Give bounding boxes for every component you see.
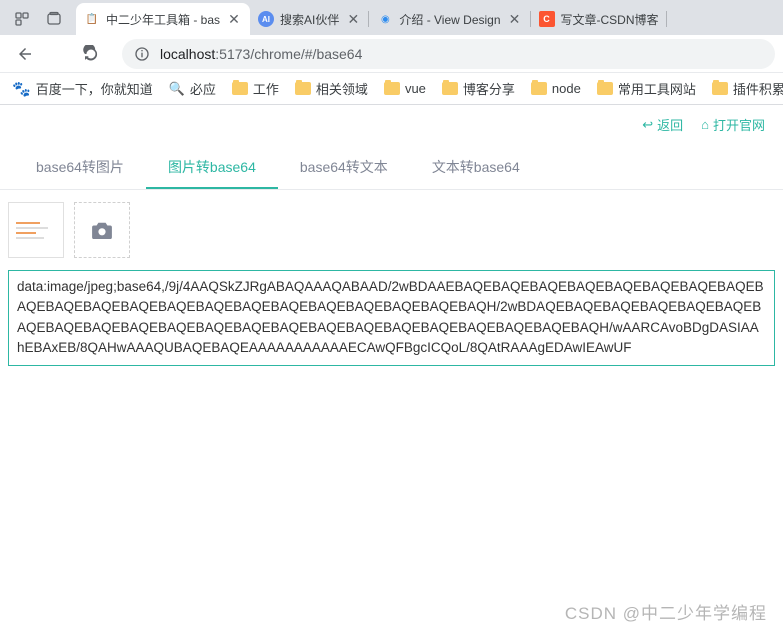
folder-icon: [232, 82, 248, 95]
bookmark-work[interactable]: 工作: [232, 79, 279, 98]
folder-icon: [384, 82, 400, 95]
tab-base64-to-text[interactable]: base64转文本: [278, 147, 410, 189]
back-label: 返回: [657, 115, 683, 134]
image-row: [0, 190, 783, 270]
tab-base64-to-image[interactable]: base64转图片: [14, 147, 146, 189]
official-label: 打开官网: [713, 115, 765, 134]
tab-overview-icon[interactable]: [38, 3, 70, 35]
close-icon[interactable]: ✕: [345, 11, 361, 27]
page-content: ↩ 返回 ⌂ 打开官网 base64转图片 图片转base64 base64转文…: [0, 105, 783, 636]
bookmark-label: 必应: [190, 79, 216, 98]
bookmark-label: 插件积累: [733, 79, 783, 98]
tab-toolbox[interactable]: 📋 中二少年工具箱 - bas ✕: [76, 3, 250, 35]
folder-icon: [712, 82, 728, 95]
tab-csdn[interactable]: C 写文章-CSDN博客: [531, 3, 667, 35]
output-wrapper: [8, 270, 775, 371]
subtab-label: base64转图片: [36, 159, 124, 175]
watermark-text: CSDN @中二少年学编程: [565, 599, 767, 624]
subtab-label: 图片转base64: [168, 159, 256, 175]
browser-tab-strip: 📋 中二少年工具箱 - bas ✕ AI 搜索AI伙伴 ✕ ◉ 介绍 - Vie…: [0, 0, 783, 35]
tab-title: 写文章-CSDN博客: [561, 11, 659, 28]
home-icon: ⌂: [701, 117, 709, 132]
subtab-label: 文本转base64: [432, 159, 520, 175]
page-top-links: ↩ 返回 ⌂ 打开官网: [642, 115, 765, 134]
bookmark-related[interactable]: 相关领域: [295, 79, 368, 98]
folder-icon: [442, 82, 458, 95]
bookmark-baidu[interactable]: 🐾 百度一下，你就知道: [12, 79, 153, 98]
view-favicon-icon: ◉: [377, 11, 393, 27]
bookmark-label: 工作: [253, 79, 279, 98]
arrow-return-icon: ↩: [642, 117, 653, 133]
bookmark-label: 常用工具网站: [618, 79, 696, 98]
url-text: localhost:5173/chrome/#/base64: [160, 46, 362, 62]
workspace-icon[interactable]: [6, 3, 38, 35]
bookmark-label: 博客分享: [463, 79, 515, 98]
baidu-icon: 🐾: [12, 80, 31, 98]
camera-icon: [91, 221, 113, 239]
folder-icon: [295, 82, 311, 95]
bookmark-plugins[interactable]: 插件积累: [712, 79, 783, 98]
bookmark-label: 相关领域: [316, 79, 368, 98]
close-icon[interactable]: ✕: [507, 11, 523, 27]
bookmarks-bar: 🐾 百度一下，你就知道 🔍 必应 工作 相关领域 vue 博客分享 node 常…: [0, 73, 783, 105]
bookmark-label: vue: [405, 81, 426, 96]
tab-title: 中二少年工具箱 - bas: [106, 11, 220, 28]
bookmark-label: 百度一下，你就知道: [36, 79, 153, 98]
folder-icon: [531, 82, 547, 95]
subtab-label: base64转文本: [300, 159, 388, 175]
upload-button[interactable]: [74, 202, 130, 258]
toolbox-favicon-icon: 📋: [84, 11, 100, 27]
ai-favicon-icon: AI: [258, 11, 274, 27]
tab-view-design[interactable]: ◉ 介绍 - View Design ✕: [369, 3, 530, 35]
close-icon[interactable]: ✕: [226, 11, 242, 27]
tab-title: 介绍 - View Design: [399, 11, 500, 28]
tab-image-to-base64[interactable]: 图片转base64: [146, 147, 278, 189]
address-bar: localhost:5173/chrome/#/base64: [0, 35, 783, 73]
reload-button[interactable]: [74, 39, 108, 69]
bookmark-vue[interactable]: vue: [384, 81, 426, 96]
bookmark-bing[interactable]: 🔍 必应: [169, 79, 216, 98]
base64-output[interactable]: [8, 270, 775, 366]
tab-text-to-base64[interactable]: 文本转base64: [410, 147, 542, 189]
back-link[interactable]: ↩ 返回: [642, 115, 683, 134]
uploaded-thumbnail[interactable]: [8, 202, 64, 258]
csdn-favicon-icon: C: [539, 11, 555, 27]
bookmark-label: node: [552, 81, 581, 96]
tab-title: 搜索AI伙伴: [280, 11, 339, 28]
thumbnail-preview-icon: [16, 222, 56, 239]
official-site-link[interactable]: ⌂ 打开官网: [701, 115, 765, 134]
tab-ai-search[interactable]: AI 搜索AI伙伴 ✕: [250, 3, 369, 35]
back-button[interactable]: [8, 39, 42, 69]
bookmark-tools[interactable]: 常用工具网站: [597, 79, 696, 98]
folder-icon: [597, 82, 613, 95]
info-icon: [134, 46, 150, 62]
bookmark-blog[interactable]: 博客分享: [442, 79, 515, 98]
url-input[interactable]: localhost:5173/chrome/#/base64: [122, 39, 775, 69]
bing-icon: 🔍: [169, 81, 185, 97]
bookmark-node[interactable]: node: [531, 81, 581, 96]
tab-list: 📋 中二少年工具箱 - bas ✕ AI 搜索AI伙伴 ✕ ◉ 介绍 - Vie…: [76, 0, 783, 35]
